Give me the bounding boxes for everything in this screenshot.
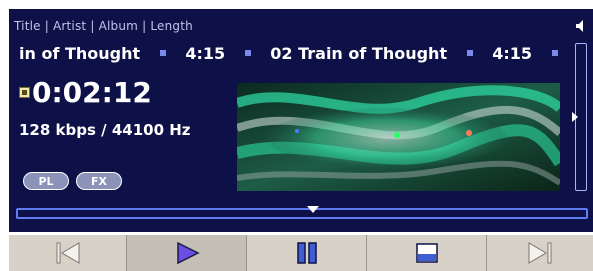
separator-dot <box>244 49 251 56</box>
ticker-title: 02 Train of Thought <box>270 44 448 63</box>
ticker-length: 4:15 <box>185 44 226 63</box>
effects-button[interactable]: FX <box>76 172 122 190</box>
visualization <box>237 83 560 191</box>
volume-slider-handle[interactable] <box>572 112 578 122</box>
skip-forward-icon <box>528 242 552 264</box>
pause-icon <box>296 242 317 264</box>
previous-button[interactable] <box>9 235 127 271</box>
seek-bar[interactable] <box>16 208 588 219</box>
playlist-ticker[interactable]: in of Thought 4:15 02 Train of Thought 4… <box>19 44 564 68</box>
seek-handle[interactable] <box>307 206 319 213</box>
volume-icon[interactable] <box>576 20 586 32</box>
bitrate-info: 128 kbps / 44100 Hz <box>19 121 191 139</box>
playlist-button[interactable]: PL <box>23 172 69 190</box>
play-icon <box>176 241 200 265</box>
play-button[interactable] <box>127 235 247 271</box>
next-button[interactable] <box>487 235 593 271</box>
ticker-length: 4:15 <box>492 44 533 63</box>
skip-back-icon <box>56 242 79 264</box>
separator-dot <box>466 49 473 56</box>
expand-icon[interactable] <box>19 87 30 98</box>
media-player: Title | Artist | Album | Length in of Th… <box>0 0 593 271</box>
pause-button[interactable] <box>247 235 367 271</box>
column-header: Title | Artist | Album | Length <box>14 19 193 33</box>
elapsed-time[interactable]: 0:02:12 <box>32 76 152 110</box>
separator-dot <box>551 49 558 56</box>
stop-button[interactable] <box>367 235 487 271</box>
ticker-title: in of Thought <box>19 44 141 63</box>
transport-controls <box>9 235 593 271</box>
stop-icon <box>415 243 438 263</box>
separator-dot <box>159 49 166 56</box>
